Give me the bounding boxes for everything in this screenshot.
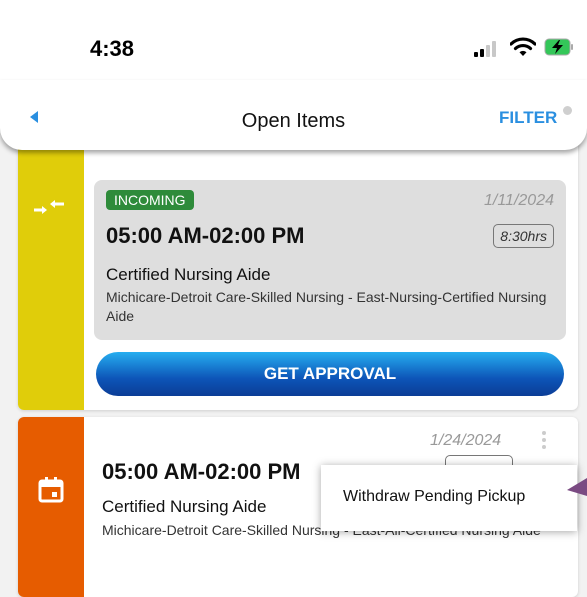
- filter-indicator-dot: [563, 106, 572, 115]
- shift-date: 1/11/2024: [484, 192, 554, 209]
- card-stripe: [18, 417, 84, 597]
- context-menu: Withdraw Pending Pickup: [321, 465, 577, 531]
- shift-hours-badge: 8:30hrs: [493, 224, 554, 248]
- get-approval-button[interactable]: GET APPROVAL: [96, 352, 564, 396]
- cellular-signal-icon: [474, 41, 502, 57]
- shift-time: 05:00 AM-02:00 PM: [106, 223, 305, 248]
- battery-charging-icon: [544, 38, 573, 56]
- shift-details: INCOMING 1/11/2024 05:00 AM-02:00 PM 8:3…: [94, 180, 566, 340]
- navigation-bar: Open Items FILTER: [0, 80, 587, 150]
- shift-department: Michicare-Detroit Care-Skilled Nursing -…: [106, 289, 547, 324]
- wifi-icon: [510, 37, 536, 56]
- withdraw-pending-pickup-menu-item[interactable]: Withdraw Pending Pickup: [343, 488, 525, 506]
- shift-time: 05:00 AM-02:00 PM: [102, 459, 301, 484]
- status-time: 4:38: [90, 36, 135, 61]
- shift-role: Certified Nursing Aide: [106, 265, 271, 284]
- status-bar: 4:38: [0, 0, 587, 80]
- open-item-card[interactable]: INCOMING 1/11/2024 05:00 AM-02:00 PM 8:3…: [18, 138, 578, 410]
- status-badge: INCOMING: [106, 190, 194, 210]
- shift-role: Certified Nursing Aide: [102, 497, 267, 516]
- more-options-icon[interactable]: [542, 431, 546, 452]
- shift-date: 1/24/2024: [430, 432, 502, 449]
- card-stripe: [18, 138, 84, 410]
- pointer-arrow-icon: [567, 478, 587, 496]
- calendar-icon: [38, 477, 64, 503]
- swap-arrows-icon: [34, 200, 64, 214]
- filter-button[interactable]: FILTER: [499, 108, 557, 128]
